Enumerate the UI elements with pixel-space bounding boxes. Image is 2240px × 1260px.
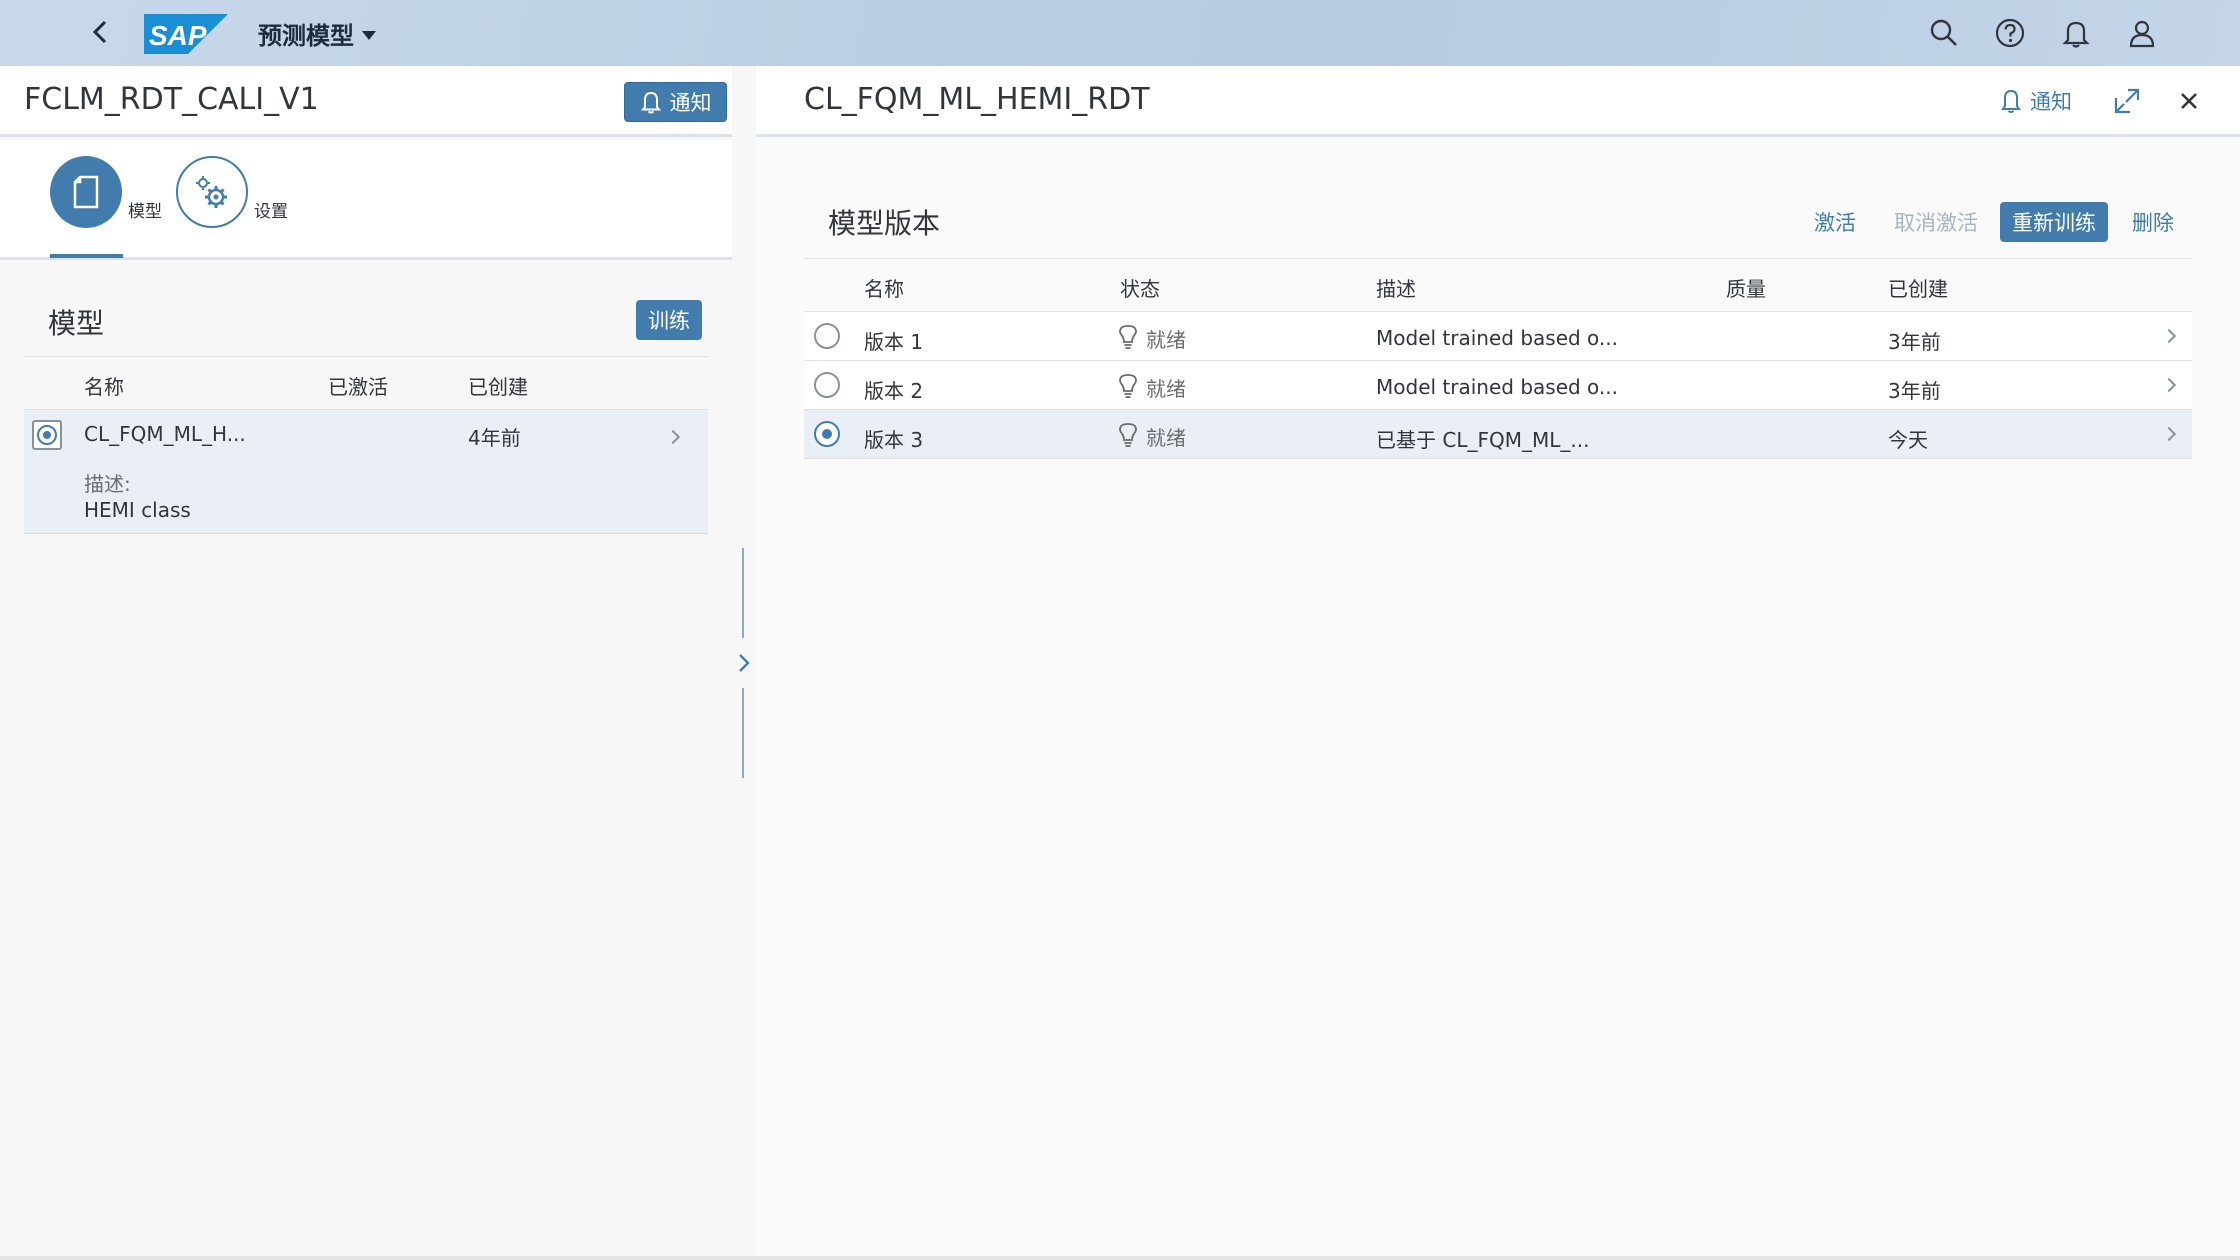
chevron-right-icon	[665, 429, 681, 445]
user-icon[interactable]	[2126, 17, 2158, 49]
row-description: Model trained based o...	[1376, 375, 1619, 399]
fullscreen-icon[interactable]	[2112, 86, 2142, 116]
col-name: 名称	[864, 277, 904, 301]
activate-button[interactable]: 激活	[1814, 202, 1856, 242]
row-description: 已基于 CL_FQM_ML_...	[1376, 428, 1590, 452]
row-description: Model trained based o...	[1376, 326, 1619, 350]
row-created: 3年前	[1888, 379, 1941, 403]
expand-right-icon[interactable]	[735, 651, 753, 675]
tab-model-label: 模型	[128, 202, 162, 222]
table-row[interactable]: 版本 3 就绪 已基于 CL_FQM_ML_... 今天	[804, 410, 2192, 459]
left-header: FCLM_RDT_CALI_V1 通知	[0, 66, 732, 137]
settings-gear-icon	[196, 176, 227, 208]
row-radio[interactable]	[814, 323, 840, 349]
train-button[interactable]: 训练	[636, 300, 702, 340]
row-radio[interactable]	[32, 420, 62, 450]
bell-icon	[2001, 89, 2021, 113]
sap-logo[interactable]: SAP	[144, 14, 228, 54]
lightbulb-icon	[1119, 374, 1137, 398]
app-title-menu[interactable]: 预测模型	[258, 16, 376, 51]
col-activated: 已激活	[328, 375, 388, 399]
row-name: 版本 3	[864, 428, 924, 452]
col-status: 状态	[1120, 277, 1160, 301]
splitter-bar-lower[interactable]	[742, 688, 744, 778]
shell-bar: SAP 预测模型	[0, 0, 2240, 66]
chevron-right-icon	[2161, 426, 2177, 442]
row-desc-label: 描述:	[84, 472, 131, 496]
col-name: 名称	[84, 375, 124, 399]
app-title: 预测模型	[258, 22, 354, 50]
right-header: CL_FQM_ML_HEMI_RDT 通知	[756, 66, 2240, 137]
detail-notify-label: 通知	[2030, 90, 2072, 114]
table-row[interactable]: CL_FQM_ML_H... 4年前 描述: HEMI class	[24, 410, 708, 534]
row-name: 版本 1	[864, 330, 924, 354]
splitter-bar[interactable]	[742, 548, 744, 638]
lightbulb-icon	[1119, 423, 1137, 447]
retrain-button[interactable]: 重新训练	[2000, 202, 2108, 242]
models-section-title: 模型	[48, 307, 105, 340]
caret-down-icon	[362, 30, 376, 40]
search-icon[interactable]	[1928, 17, 1960, 49]
col-created: 已创建	[1888, 277, 1948, 301]
row-created: 4年前	[468, 426, 521, 450]
versions-title: 模型版本	[828, 207, 941, 240]
row-created: 今天	[1888, 428, 1928, 452]
right-column: CL_FQM_ML_HEMI_RDT 通知 模型版本 激活 取消激活 重新训练 …	[756, 66, 2240, 1260]
row-desc-value: HEMI class	[84, 498, 191, 522]
bell-icon	[640, 91, 661, 114]
row-name: 版本 2	[864, 379, 924, 403]
models-table-header: 名称 已激活 已创建	[24, 356, 708, 410]
versions-table: 名称 状态 描述 质量 已创建 版本 1 就绪 Model trained ba…	[804, 258, 2192, 459]
document-icon	[73, 175, 99, 209]
versions-table-header: 名称 状态 描述 质量 已创建	[804, 258, 2192, 312]
row-status: 就绪	[1146, 377, 1186, 401]
row-status: 就绪	[1146, 328, 1186, 352]
table-row[interactable]: 版本 1 就绪 Model trained based o... 3年前	[804, 312, 2192, 361]
chevron-right-icon	[2161, 328, 2177, 344]
svg-text:SAP: SAP	[149, 20, 207, 51]
close-icon[interactable]	[2174, 86, 2204, 116]
tab-settings[interactable]: 设置	[176, 156, 288, 228]
tab-settings-circle	[176, 156, 248, 228]
row-status: 就绪	[1146, 426, 1186, 450]
help-icon[interactable]	[1994, 17, 2026, 49]
tab-model[interactable]: 模型	[50, 156, 162, 228]
detail-notify-button[interactable]: 通知	[2000, 86, 2072, 116]
back-icon[interactable]	[86, 17, 116, 47]
delete-button[interactable]: 删除	[2132, 202, 2174, 242]
col-created: 已创建	[468, 375, 528, 399]
active-tab-indicator	[50, 254, 123, 258]
table-row[interactable]: 版本 2 就绪 Model trained based o... 3年前	[804, 361, 2192, 410]
notification-bell-icon[interactable]	[2060, 17, 2092, 49]
tab-settings-label: 设置	[254, 202, 288, 222]
col-quality: 质量	[1726, 277, 1766, 301]
models-table: 名称 已激活 已创建 CL_FQM_ML_H... 4年前 描述: HEMI c…	[24, 356, 708, 534]
object-title: FCLM_RDT_CALI_V1	[24, 82, 319, 117]
col-description: 描述	[1376, 277, 1416, 301]
row-name: CL_FQM_ML_H...	[84, 422, 246, 446]
deactivate-button[interactable]: 取消激活	[1894, 202, 1978, 242]
row-radio[interactable]	[814, 421, 840, 447]
chevron-right-icon	[2161, 377, 2177, 393]
footer-divider	[0, 1256, 2240, 1260]
notify-button[interactable]: 通知	[624, 82, 727, 122]
row-created: 3年前	[1888, 330, 1941, 354]
row-radio[interactable]	[814, 372, 840, 398]
detail-title: CL_FQM_ML_HEMI_RDT	[804, 82, 1150, 117]
left-column: FCLM_RDT_CALI_V1 通知 模型 设置 模型 训练 名称 已激活 已…	[0, 66, 732, 1260]
notify-label: 通知	[669, 91, 712, 115]
lightbulb-icon	[1119, 325, 1137, 349]
icon-tab-bar: 模型 设置	[0, 140, 732, 260]
tab-model-circle	[50, 156, 122, 228]
